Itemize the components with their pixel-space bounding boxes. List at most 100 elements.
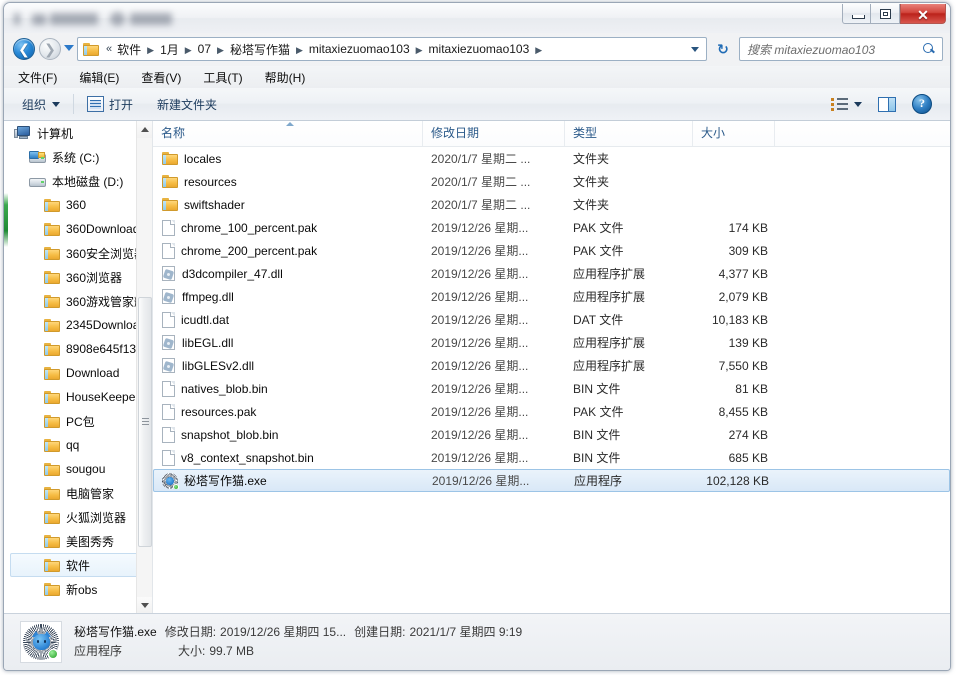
sidebar-item-3[interactable]: 360: [4, 193, 152, 217]
cell-type: PAK 文件: [573, 244, 624, 258]
sidebar-item-12[interactable]: PC包: [4, 409, 152, 433]
navigation-scrollbar[interactable]: [136, 121, 152, 614]
cell-date: 2019/12/26 星期...: [431, 267, 529, 281]
breadcrumb-separator[interactable]: ▶: [143, 45, 158, 56]
table-row[interactable]: chrome_200_percent.pak 2019/12/26 星期... PA…: [153, 239, 950, 262]
details-modified-value: 2019/12/26 星期四 15...: [220, 625, 347, 639]
close-button[interactable]: ✕: [900, 4, 946, 24]
sidebar-item-18[interactable]: 软件: [10, 553, 150, 577]
sidebar-item-19[interactable]: 新obs: [4, 577, 152, 601]
sidebar-item-10[interactable]: Download: [4, 361, 152, 385]
help-button[interactable]: ?: [904, 92, 940, 116]
table-row[interactable]: locales 2020/1/7 星期二 ... 文件夹: [153, 147, 950, 170]
sidebar-item-4[interactable]: 360Download: [4, 217, 152, 241]
table-row[interactable]: v8_context_snapshot.bin 2019/12/26 星期... B…: [153, 446, 950, 469]
column-header-date[interactable]: 修改日期: [423, 121, 565, 146]
cell-name: 秘塔写作猫.exe: [154, 472, 424, 489]
cell-name: libGLESv2.dll: [153, 358, 423, 373]
change-view-button[interactable]: [823, 92, 870, 116]
maximize-button[interactable]: [871, 4, 900, 24]
menu-file[interactable]: 文件(F): [18, 69, 57, 86]
sidebar-item-15[interactable]: 电脑管家: [4, 481, 152, 505]
table-row[interactable]: resources 2020/1/7 星期二 ... 文件夹: [153, 170, 950, 193]
address-bar[interactable]: « 软件 ▶ 1月 ▶ 07 ▶ 秘塔写作猫 ▶ mitaxiezuomao10…: [77, 37, 707, 61]
menu-view[interactable]: 查看(V): [141, 69, 181, 86]
breadcrumb-separator[interactable]: ▶: [412, 45, 427, 56]
sidebar-item-14[interactable]: sougou: [4, 457, 152, 481]
breadcrumb-item-2[interactable]: 07: [196, 42, 213, 56]
column-header-name[interactable]: 名称: [153, 121, 423, 146]
table-row[interactable]: 秘塔写作猫.exe 2019/12/26 星期... 应用程序 102,128 KB: [153, 469, 950, 492]
sidebar-item-7[interactable]: 360游戏管家辉: [4, 289, 152, 313]
sidebar-item-17[interactable]: 美图秀秀: [4, 529, 152, 553]
file-list-pane[interactable]: 名称 修改日期 类型 大小 locales 2020/1/7 星期二 ... 文件夹…: [153, 121, 950, 614]
scroll-down-button[interactable]: [137, 597, 152, 614]
sidebar-item-11[interactable]: HouseKeeper: [4, 385, 152, 409]
cell-type: DAT 文件: [573, 313, 624, 327]
search-input[interactable]: 搜索 mitaxiezuomao103: [747, 41, 875, 58]
sidebar-item-1[interactable]: 系统 (C:): [4, 145, 152, 169]
breadcrumb-overflow[interactable]: «: [105, 43, 115, 55]
details-created-label: 创建日期:: [354, 625, 406, 639]
breadcrumb-separator[interactable]: ▶: [531, 45, 546, 56]
minimize-button[interactable]: [842, 4, 871, 24]
menu-tools[interactable]: 工具(T): [203, 69, 242, 86]
new-folder-button[interactable]: 新建文件夹: [149, 92, 225, 116]
search-box[interactable]: 搜索 mitaxiezuomao103: [739, 37, 943, 61]
sidebar-item-6[interactable]: 360浏览器: [4, 265, 152, 289]
table-row[interactable]: d3dcompiler_47.dll 2019/12/26 星期... 应用程序扩展…: [153, 262, 950, 285]
recent-locations-dropdown-icon[interactable]: [64, 45, 74, 51]
breadcrumb-item-4[interactable]: mitaxiezuomao103: [307, 42, 412, 56]
command-toolbar: 组织 打开 新建文件夹 ?: [4, 88, 950, 121]
window-controls: ✕: [842, 4, 946, 24]
address-dropdown-icon[interactable]: [691, 46, 699, 52]
breadcrumb-separator[interactable]: ▶: [181, 45, 196, 56]
menu-help[interactable]: 帮助(H): [265, 69, 306, 86]
table-row[interactable]: libGLESv2.dll 2019/12/26 星期... 应用程序扩展 7,550…: [153, 354, 950, 377]
navigation-pane[interactable]: 计算机 系统 (C:) 本地磁盘 (D:) 360 360Download 360安全浏览…: [4, 121, 153, 614]
forward-button[interactable]: ❯: [39, 38, 61, 60]
table-row[interactable]: natives_blob.bin 2019/12/26 星期... BIN 文件 81…: [153, 377, 950, 400]
breadcrumb-separator[interactable]: ▶: [292, 45, 307, 56]
table-row[interactable]: snapshot_blob.bin 2019/12/26 星期... BIN 文件 2…: [153, 423, 950, 446]
refresh-button[interactable]: ↻: [712, 38, 734, 60]
scroll-up-button[interactable]: [137, 121, 152, 138]
sidebar-item-16[interactable]: 火狐浏览器: [4, 505, 152, 529]
breadcrumb-item-0[interactable]: 软件: [115, 41, 143, 58]
sidebar-item-13[interactable]: qq: [4, 433, 152, 457]
preview-pane-button[interactable]: [870, 92, 904, 116]
breadcrumb-separator[interactable]: ▶: [213, 45, 228, 56]
column-header-type[interactable]: 类型: [565, 121, 693, 146]
table-row[interactable]: chrome_100_percent.pak 2019/12/26 星期... PA…: [153, 216, 950, 239]
cell-size: 2,079 KB: [718, 289, 768, 304]
table-row[interactable]: icudtl.dat 2019/12/26 星期... DAT 文件 10,183 K…: [153, 308, 950, 331]
table-row[interactable]: libEGL.dll 2019/12/26 星期... 应用程序扩展 139 KB: [153, 331, 950, 354]
file-icon: [162, 242, 175, 259]
breadcrumb-item-1[interactable]: 1月: [158, 41, 181, 58]
dll-icon: [162, 289, 176, 304]
sidebar-item-2[interactable]: 本地磁盘 (D:): [4, 169, 152, 193]
system-drive-icon: [29, 150, 46, 164]
folder-icon: [44, 510, 60, 524]
organize-button[interactable]: 组织: [14, 92, 68, 116]
title-bar[interactable]: ✕: [4, 3, 950, 33]
sidebar-item-8[interactable]: 2345Downloa: [4, 313, 152, 337]
table-row[interactable]: swiftshader 2020/1/7 星期二 ... 文件夹: [153, 193, 950, 216]
sidebar-item-label: 本地磁盘 (D:): [52, 174, 124, 189]
sidebar-item-5[interactable]: 360安全浏览器: [4, 241, 152, 265]
breadcrumb-item-3[interactable]: 秘塔写作猫: [228, 41, 292, 58]
table-row[interactable]: resources.pak 2019/12/26 星期... PAK 文件 8,455…: [153, 400, 950, 423]
folder-icon: [44, 438, 60, 452]
scrollbar-thumb[interactable]: [138, 297, 152, 547]
column-header-filler: [775, 121, 950, 146]
table-row[interactable]: ffmpeg.dll 2019/12/26 星期... 应用程序扩展 2,079 KB: [153, 285, 950, 308]
menu-edit[interactable]: 编辑(E): [79, 69, 119, 86]
capture-artifact: [4, 193, 8, 247]
sidebar-item-0[interactable]: 计算机: [4, 121, 152, 145]
back-button[interactable]: ❮: [13, 38, 35, 60]
breadcrumb-item-5[interactable]: mitaxiezuomao103: [427, 42, 532, 56]
column-header-size[interactable]: 大小: [693, 121, 775, 146]
open-button[interactable]: 打开: [79, 92, 141, 116]
search-icon: [923, 43, 935, 55]
sidebar-item-9[interactable]: 8908e645f138: [4, 337, 152, 361]
